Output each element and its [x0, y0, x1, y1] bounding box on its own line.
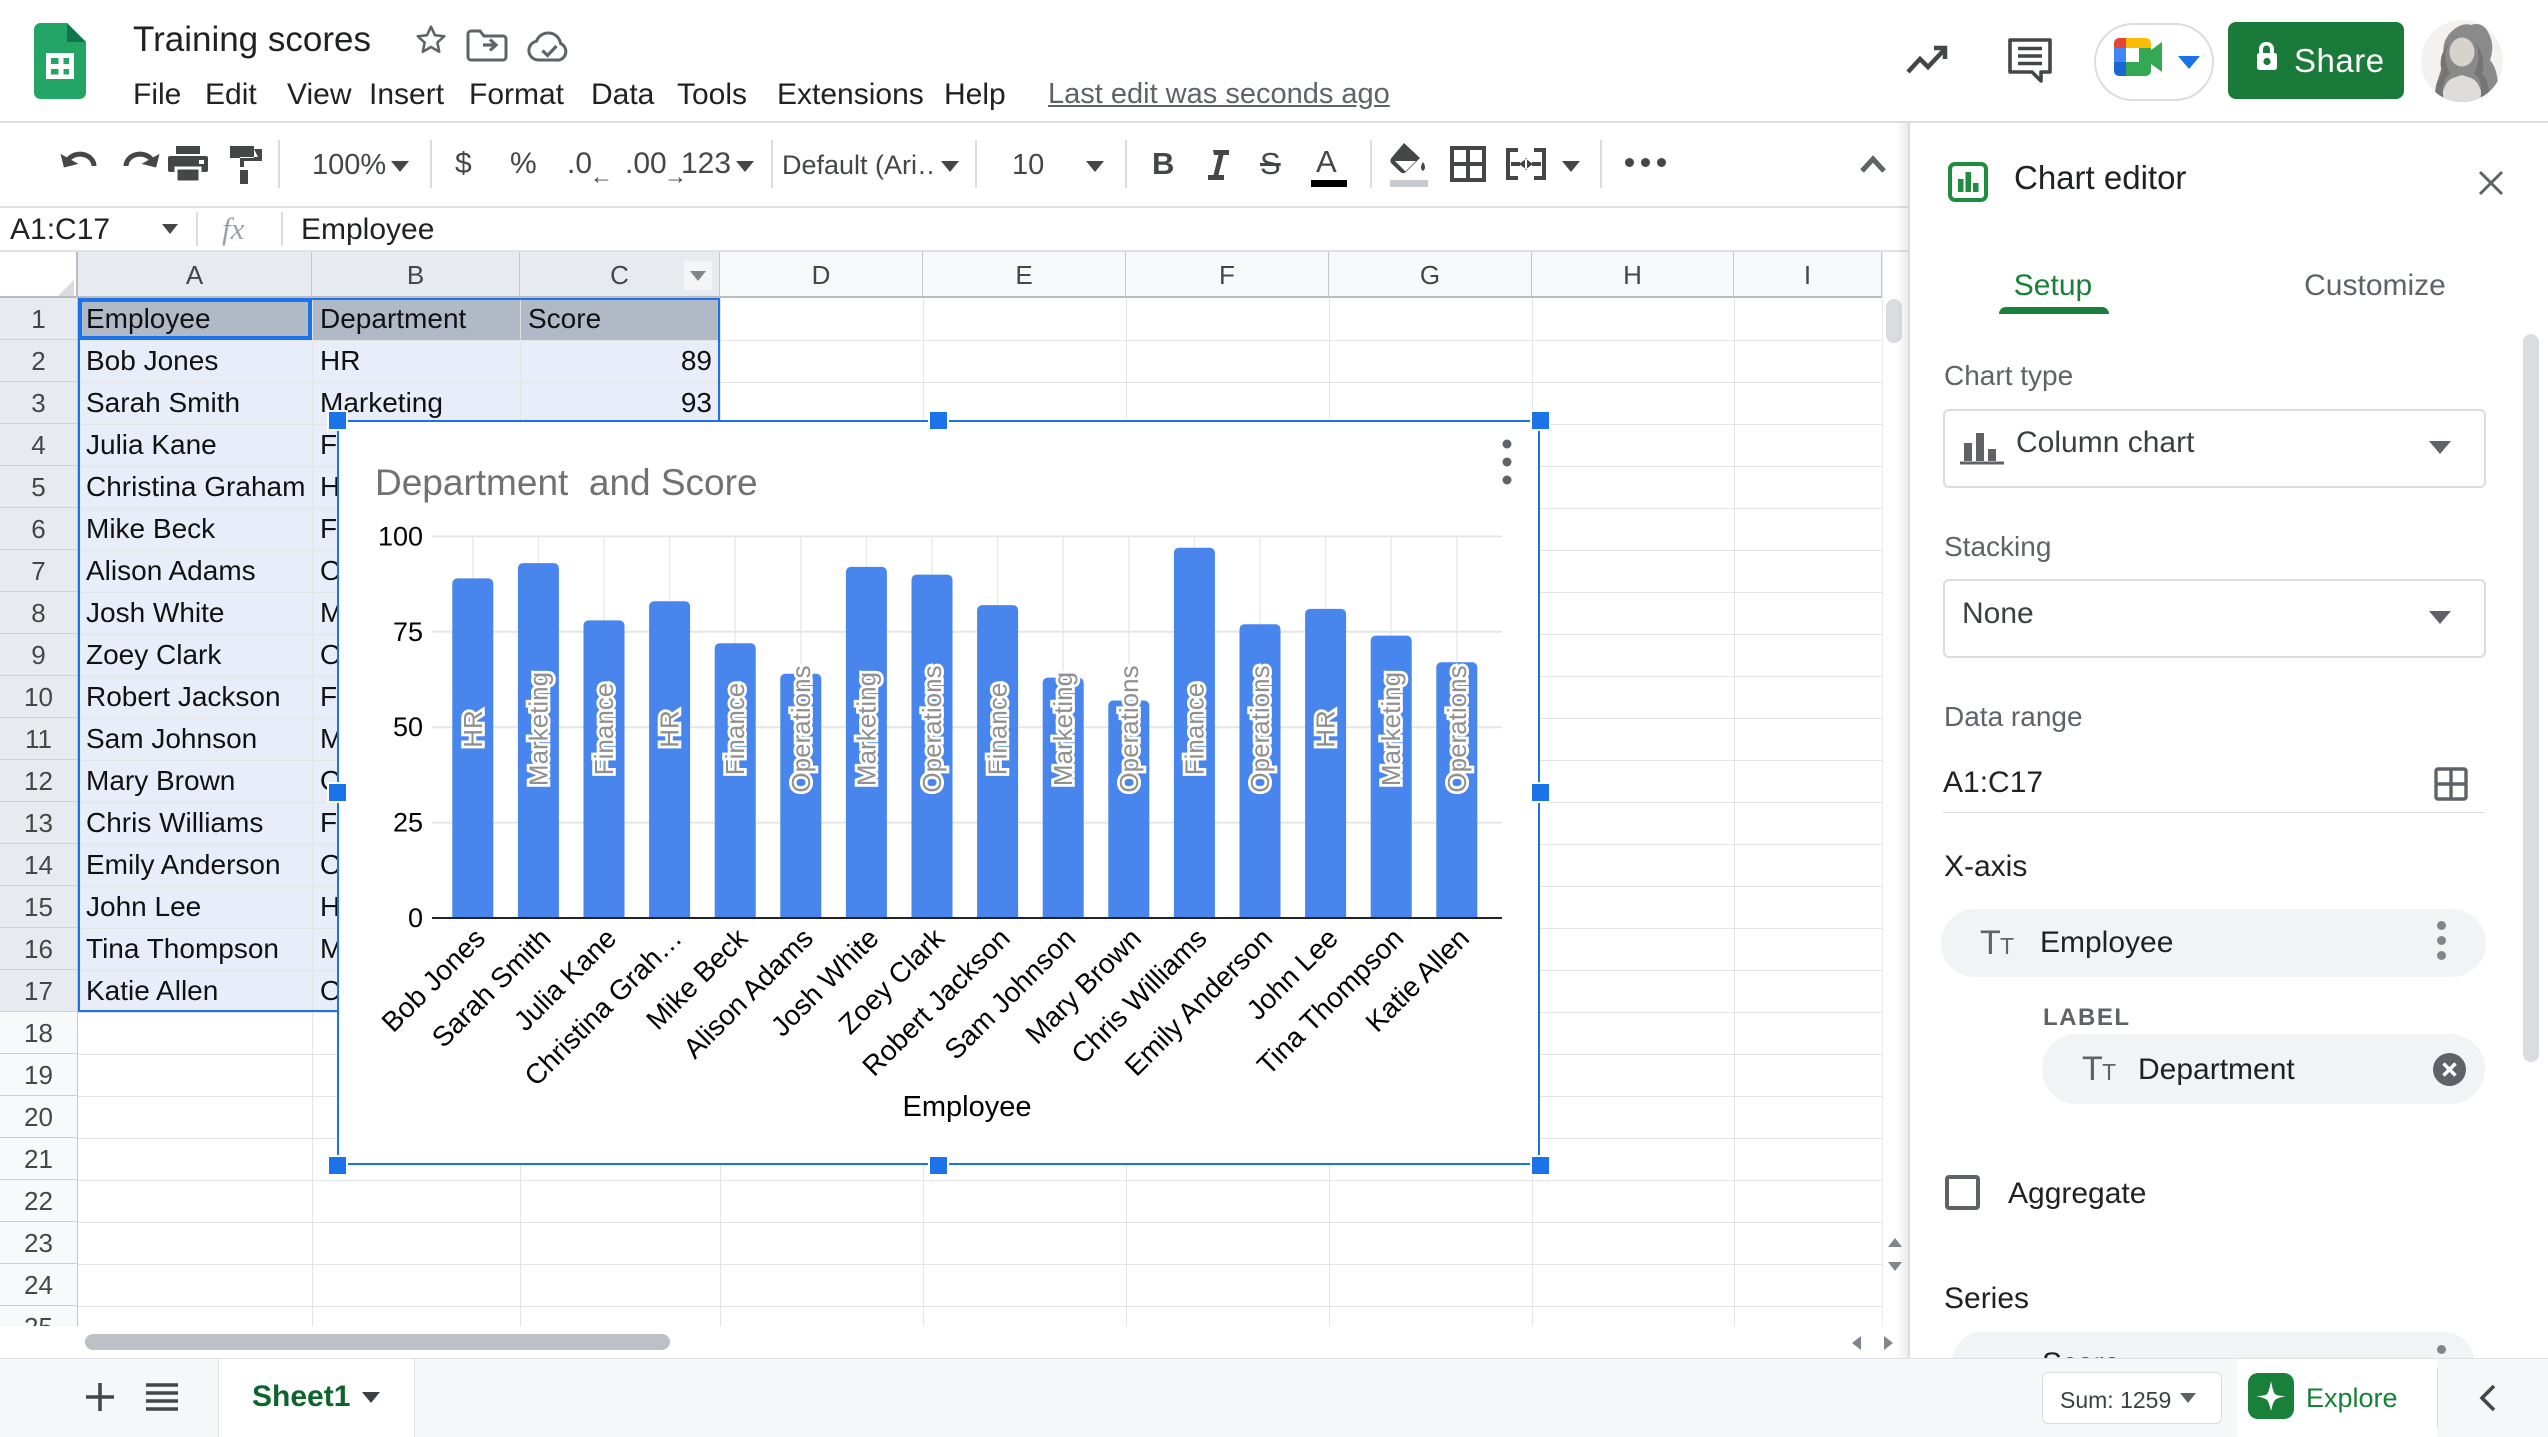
svg-text:Marketing: Marketing — [851, 672, 881, 786]
svg-text:Employee: Employee — [903, 1091, 1032, 1123]
svg-text:Department and Score: Department and Score — [375, 462, 758, 503]
svg-text:HR: HR — [458, 710, 488, 748]
svg-text:Finance: Finance — [983, 683, 1013, 776]
svg-text:HR: HR — [1311, 710, 1341, 748]
svg-text:Operations: Operations — [1245, 665, 1275, 792]
svg-text:100: 100 — [378, 521, 423, 551]
svg-text:Marketing: Marketing — [1376, 672, 1406, 786]
svg-text:T: T — [1980, 926, 2001, 960]
svg-text:Operations: Operations — [786, 665, 816, 792]
svg-text:Marketing: Marketing — [523, 672, 553, 786]
svg-text:Marketing: Marketing — [1048, 672, 1078, 786]
svg-text:25: 25 — [393, 808, 423, 838]
svg-text:HR: HR — [655, 710, 685, 748]
svg-text:Finance: Finance — [1179, 683, 1209, 776]
svg-text:Operations: Operations — [1442, 665, 1472, 792]
svg-text:0: 0 — [408, 903, 423, 933]
svg-text:75: 75 — [393, 617, 423, 647]
svg-text:T: T — [2082, 1052, 2103, 1086]
svg-text:Operations: Operations — [917, 665, 947, 792]
svg-text:Finance: Finance — [720, 683, 750, 776]
svg-text:50: 50 — [393, 712, 423, 742]
svg-text:Finance: Finance — [589, 683, 619, 776]
svg-text:Operations: Operations — [1114, 665, 1144, 792]
svg-text:T: T — [2102, 1059, 2116, 1085]
svg-text:T: T — [2000, 933, 2014, 959]
